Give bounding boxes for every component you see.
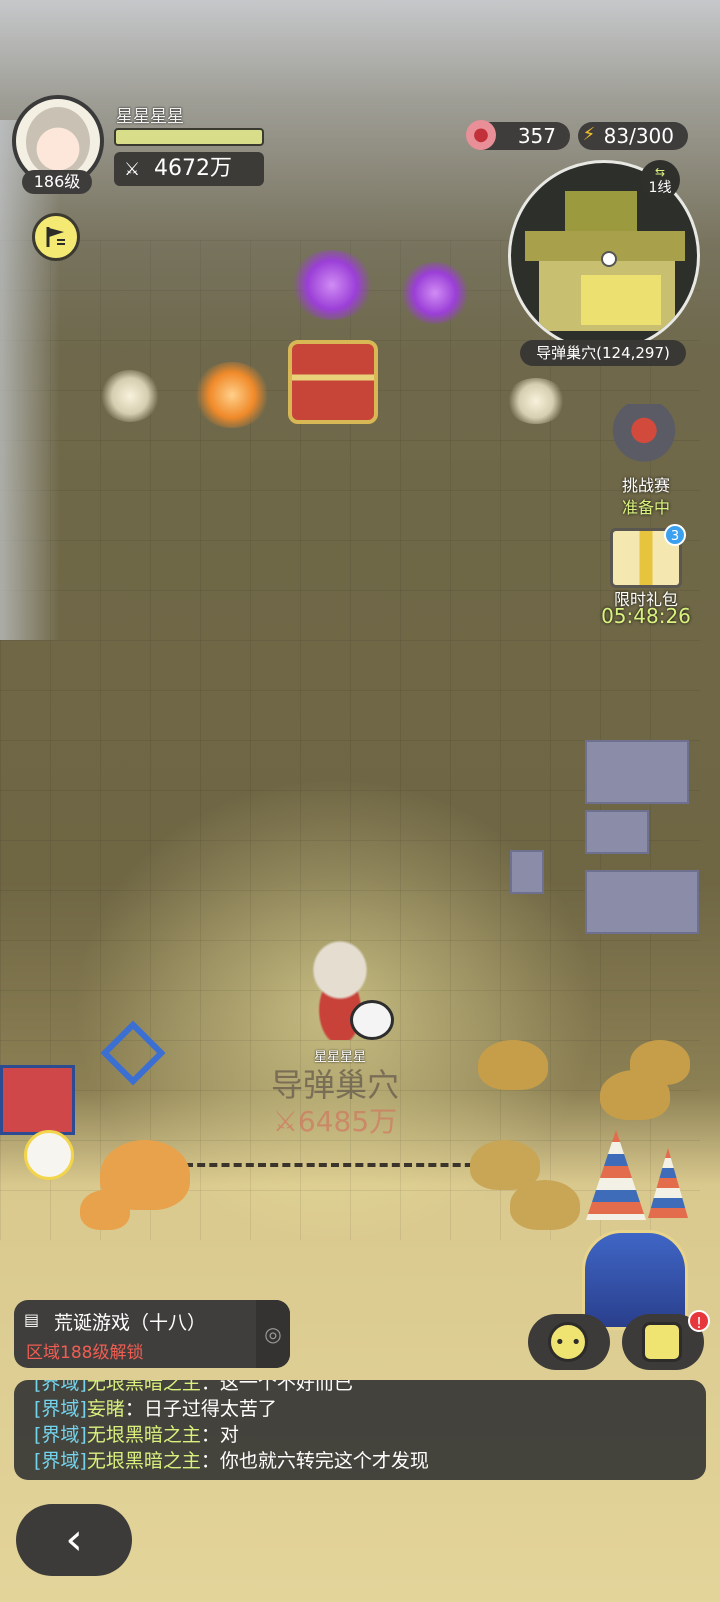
server-line-label: 1线	[648, 180, 672, 196]
flag-button[interactable]	[32, 213, 80, 261]
zone-power-value: 6485万	[297, 1105, 398, 1138]
locate-target-icon[interactable]: ◎	[256, 1300, 290, 1368]
chat-message: [界域]无垠黑暗之主：对	[34, 1424, 239, 1446]
minimap-region	[581, 275, 661, 325]
box-icon	[642, 1322, 682, 1362]
neutral-face-icon: • •	[548, 1322, 588, 1362]
lightning-icon: ⚡	[582, 124, 596, 145]
sack-loot[interactable]	[100, 370, 160, 422]
fan-tree-decoration	[510, 1180, 580, 1230]
server-line-button[interactable]: ⇆ 1线	[640, 160, 680, 200]
energy-count: 83/300	[603, 124, 674, 148]
gold-coins-loot[interactable]	[506, 378, 566, 424]
flag-icon	[46, 227, 65, 247]
chat-message: [界域]无垠黑暗之主：这一个不好而已	[34, 1380, 353, 1394]
minimap-location: 导弹巢穴(124,297)	[520, 340, 686, 366]
player-power-value: 4672万	[154, 156, 232, 181]
toy-box	[0, 1065, 75, 1135]
player-level-badge: 186级	[22, 170, 92, 194]
minimap-region	[565, 191, 637, 231]
alert-badge: !	[688, 1310, 710, 1332]
blocked-walls	[490, 740, 720, 940]
player-name: 星星星星	[116, 107, 184, 127]
challenge-character-icon	[604, 404, 684, 470]
autumn-tree-decoration	[80, 1190, 130, 1230]
emote-button[interactable]: • •	[528, 1314, 610, 1370]
player-power: ⚔ 4672万	[114, 152, 264, 186]
npc-avatar[interactable]	[24, 1130, 74, 1180]
gem-pile-loot[interactable]	[290, 250, 374, 320]
fan-tree-decoration	[630, 1040, 690, 1085]
gift-count-badge: 3	[664, 524, 686, 546]
chevron-left-icon: ‹	[65, 1514, 83, 1565]
gold-bag-loot[interactable]	[400, 262, 470, 324]
chat-message: [界域]妄睹：日子过得太苦了	[34, 1398, 277, 1420]
quest-title: 荒诞游戏（十八）	[54, 1312, 207, 1334]
apple-count: 357	[517, 124, 556, 148]
zone-power: ⚔6485万	[250, 1100, 420, 1140]
crystal-loot[interactable]	[194, 362, 270, 428]
player-hp-bar	[114, 128, 264, 146]
combat-power-icon: ⚔	[124, 159, 141, 180]
back-button[interactable]: ‹	[16, 1504, 132, 1576]
chat-message: [界域]无垠黑暗之主：你也就六转完这个才发现	[34, 1450, 429, 1472]
pet-panda	[350, 1000, 394, 1040]
clipboard-icon: ▤	[24, 1310, 40, 1329]
combat-power-icon: ⚔	[272, 1105, 298, 1138]
energy-counter[interactable]: ⚡ 83/300	[578, 122, 688, 150]
player-marker-icon	[601, 251, 617, 267]
quest-panel[interactable]: ▤ 荒诞游戏（十八） 区域188级解锁 ◎	[14, 1300, 290, 1368]
zone-boundary-line	[185, 1163, 485, 1167]
challenge-status: 准备中	[621, 498, 670, 517]
switch-icon: ⇆	[654, 165, 666, 179]
left-fog	[0, 120, 60, 640]
treasure-chest[interactable]	[288, 340, 378, 424]
apple-counter[interactable]: ● 357	[466, 120, 570, 150]
challenge-title: 挑战赛	[621, 476, 670, 495]
quest-requirement: 区域188级解锁	[26, 1343, 144, 1363]
gift-timer: 05:48:26	[601, 604, 691, 628]
avatar-portrait	[26, 107, 90, 177]
apple-icon: ●	[466, 120, 496, 150]
fan-tree-decoration	[478, 1040, 548, 1090]
challenge-button[interactable]: 挑战赛 准备中	[596, 404, 696, 517]
chat-panel[interactable]: [界域]无垠黑暗之主：这一个不好而已 [界域]妄睹：日子过得太苦了 [界域]无垠…	[14, 1380, 706, 1480]
